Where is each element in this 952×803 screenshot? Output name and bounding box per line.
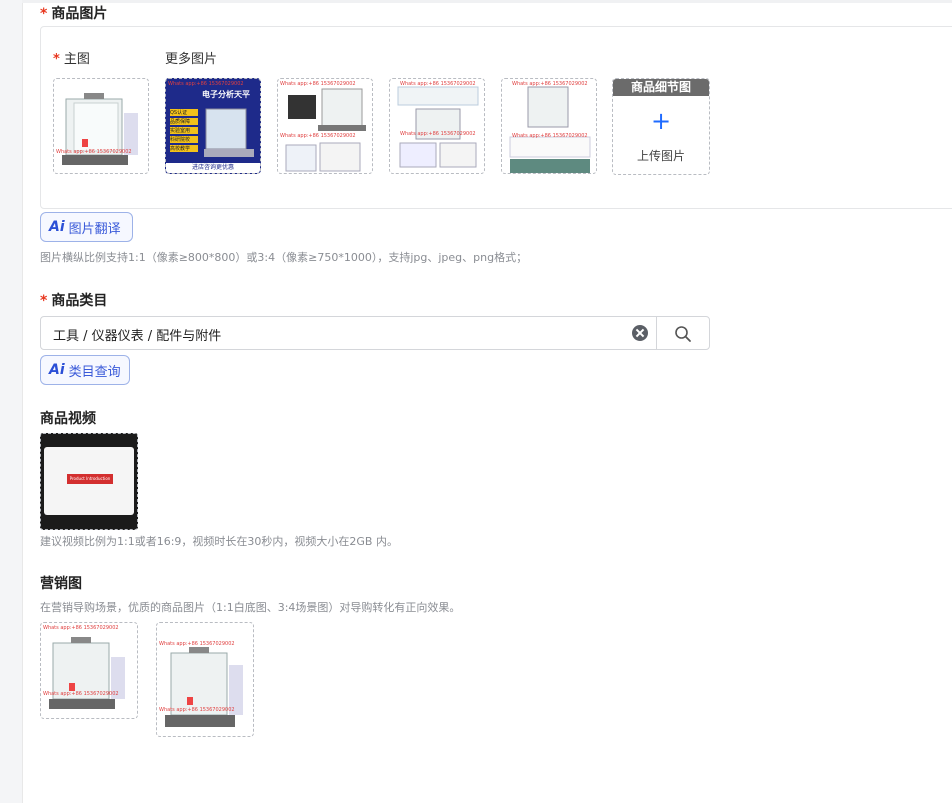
ai-icon: Ai <box>49 362 65 378</box>
marketing-image-portrait[interactable]: Whats app:+86 15367029002 Whats app:+86 … <box>156 622 254 737</box>
video-hint: 建议视频比例为1:1或者16:9，视频时长在30秒内，视频大小在2GB 内。 <box>40 535 398 548</box>
detail-image-header: 商品细节图 <box>613 79 709 96</box>
plus-icon: + <box>650 107 672 135</box>
upload-image-label: 上传图片 <box>636 149 685 163</box>
thumb2-title: 电子分析天平 <box>202 90 250 99</box>
marketing-hint: 在营销导购场景，优质的商品图片（1:1白底图、3:4场景图）对导购转化有正向效果… <box>40 601 461 614</box>
video-overlay-label: Product Introduction <box>67 474 113 484</box>
more-image-thumb-1[interactable]: Whats app:+86 15367029002 电子分析天平 QS认证 品质… <box>165 78 261 174</box>
ai-image-translate-button[interactable]: Ai 图片翻译 <box>40 212 133 242</box>
thumb2-tags: QS认证 品质保障 实验室用 科研院校 高校教学 <box>170 109 198 152</box>
top-divider <box>22 0 952 3</box>
ai-category-query-button[interactable]: Ai 类目查询 <box>40 355 130 385</box>
category-select[interactable]: 工具 / 仪器仪表 / 配件与附件 <box>40 316 710 350</box>
table-image <box>509 86 591 173</box>
images-section-title: * 商品图片 <box>40 6 108 22</box>
balance-image <box>62 93 138 165</box>
clear-icon[interactable] <box>632 325 648 341</box>
spec-image <box>397 86 479 168</box>
search-icon <box>675 326 691 342</box>
more-image-thumb-2[interactable]: Whats app:+86 15367029002 Whats app:+86 … <box>277 78 373 174</box>
marketing-image-square[interactable]: Whats app:+86 15367029002 Whats app:+86 … <box>40 622 138 719</box>
ai-icon: Ai <box>49 219 65 235</box>
thumb2-footer: 进店咨询更优惠 <box>166 163 260 173</box>
category-search-button[interactable] <box>656 317 710 349</box>
images-hint: 图片横纵比例支持1:1（像素≥800*800）或3:4（像素≥750*1000）… <box>40 251 528 264</box>
more-image-thumb-3[interactable]: Whats app:+86 15367029002 Whats app:+86 … <box>389 78 485 174</box>
marketing-section-title: 营销图 <box>40 576 82 592</box>
left-sidebar <box>0 0 23 803</box>
video-section-title: 商品视频 <box>40 411 96 427</box>
balance-image <box>204 108 254 157</box>
main-image-label: * 主图 <box>53 52 90 67</box>
balance-image <box>49 637 125 709</box>
more-image-thumb-4[interactable]: Whats app:+86 15367029002 Whats app:+86 … <box>501 78 597 174</box>
category-value: 工具 / 仪器仪表 / 配件与附件 <box>53 329 222 344</box>
category-section-title: * 商品类目 <box>40 293 108 309</box>
video-frame: Product Introduction <box>44 447 134 515</box>
printer-image <box>285 88 366 172</box>
product-video-thumb[interactable]: Product Introduction <box>40 433 138 530</box>
main-image-thumb[interactable]: Whats app:+86 15367029002 <box>53 78 149 174</box>
upload-detail-image[interactable]: 商品细节图 + 上传图片 <box>612 78 710 175</box>
more-images-label: 更多图片 <box>165 52 218 67</box>
